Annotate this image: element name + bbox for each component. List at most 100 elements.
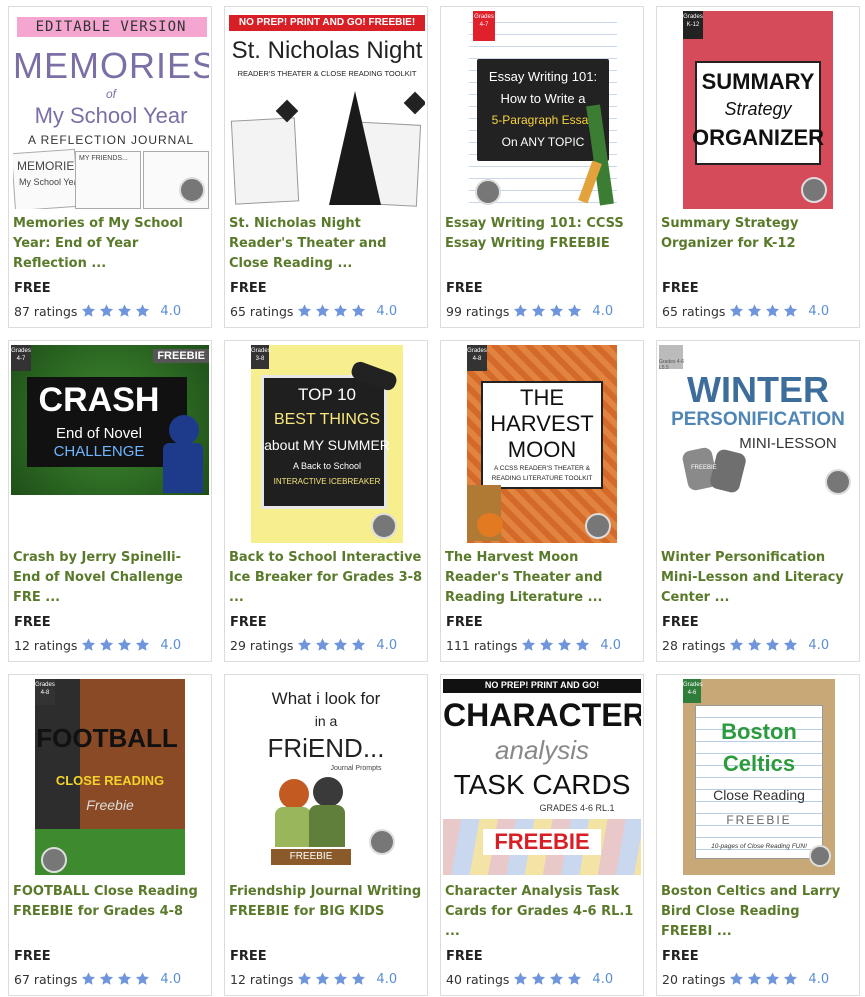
star-icon — [116, 971, 133, 987]
product-card[interactable]: NO PREP! PRINT AND GO! CHARACTER analysi… — [440, 674, 644, 996]
brand-logo — [371, 513, 397, 539]
cover-text: MY FRIENDS... — [79, 155, 128, 162]
price-label: FREE — [662, 281, 699, 296]
product-thumbnail[interactable]: Grades 4-7 FREEBIE CRASH End of Novel CH… — [11, 345, 209, 495]
cover-title: Boston — [721, 719, 797, 744]
product-card[interactable]: Grades 3-8 TOP 10 BEST THINGS about MY S… — [224, 340, 428, 662]
price-label: FREE — [230, 281, 267, 296]
cover-tag: FREEBIE — [153, 349, 209, 363]
star-icon — [80, 303, 97, 319]
cover-text: MEMORIES — [17, 159, 83, 173]
product-thumbnail[interactable]: NO PREP! PRINT AND GO! CHARACTER analysi… — [443, 679, 641, 875]
cover-title: THE — [520, 385, 564, 410]
product-thumbnail[interactable]: Grades 4-8 THE HARVEST MOON A CCSS READE… — [467, 345, 617, 543]
product-card[interactable]: Grades 4-6 L5.5 WINTER PERSONIFICATION M… — [656, 340, 860, 662]
ratings-row: 65 ratings 4.0 — [662, 303, 829, 319]
star-icon — [746, 637, 763, 653]
grade-badge: Grades 4-7 — [473, 11, 495, 41]
star-icon — [314, 637, 331, 653]
ratings-row: 99 ratings 4.0 — [446, 303, 613, 319]
price-label: FREE — [446, 615, 483, 630]
price-label: FREE — [230, 949, 267, 964]
star-icon — [512, 303, 529, 319]
star-rating-icons — [728, 971, 800, 987]
cover-text: A Back to School — [292, 461, 362, 471]
rating-score: 4.0 — [376, 303, 398, 319]
ratings-row: 12 ratings 4.0 — [14, 637, 181, 653]
star-icon — [556, 637, 573, 653]
star-icon — [782, 303, 799, 319]
product-title[interactable]: Memories of My School Year: End of Year … — [13, 214, 207, 274]
grade-badge: Grades 4-8 — [35, 679, 55, 705]
brand-logo — [41, 847, 67, 873]
brand-logo — [801, 177, 827, 203]
product-title[interactable]: Essay Writing 101: CCSS Essay Writing FR… — [445, 214, 639, 254]
star-icon — [98, 303, 115, 319]
product-title[interactable]: Back to School Interactive Ice Breaker f… — [229, 548, 423, 608]
star-icon — [314, 971, 331, 987]
product-title[interactable]: Character Analysis Task Cards for Grades… — [445, 882, 639, 942]
ratings-count: 12 ratings — [230, 971, 294, 987]
star-icon — [314, 303, 331, 319]
star-icon — [746, 303, 763, 319]
cover-title: Essay Writing 101: — [488, 69, 598, 84]
grade-badge: Grades 4-8 — [467, 345, 487, 371]
product-thumbnail[interactable]: EDITABLE VERSION MEMORIES of My School Y… — [13, 11, 209, 209]
star-icon — [332, 303, 349, 319]
cover-title: What i look for — [271, 689, 381, 708]
ratings-count: 65 ratings — [662, 303, 726, 319]
product-card[interactable]: Grades K-12 SUMMARY Strategy ORGANIZER S… — [656, 6, 860, 328]
product-thumbnail[interactable]: Grades 3-8 TOP 10 BEST THINGS about MY S… — [251, 345, 403, 543]
product-card[interactable]: Grades 4-6 Boston Celtics Close Reading … — [656, 674, 860, 996]
product-grid: EDITABLE VERSION MEMORIES of My School Y… — [0, 0, 865, 997]
product-thumbnail[interactable]: Grades 4-8 FOOTBALL CLOSE READING Freebi… — [35, 679, 185, 875]
product-card[interactable]: NO PREP! PRINT AND GO! FREEBIE! St. Nich… — [224, 6, 428, 328]
product-title[interactable]: Friendship Journal Writing FREEBIE for B… — [229, 882, 423, 922]
product-title[interactable]: Crash by Jerry Spinelli- End of Novel Ch… — [13, 548, 207, 608]
star-icon — [728, 303, 745, 319]
cover-text: Journal Prompts — [330, 765, 382, 772]
product-card[interactable]: Grades 4-7 FREEBIE CRASH End of Novel CH… — [8, 340, 212, 662]
product-card[interactable]: Grades 4-8 FOOTBALL CLOSE READING Freebi… — [8, 674, 212, 996]
product-card[interactable]: What i look for in a FRiEND... Journal P… — [224, 674, 428, 996]
product-thumbnail[interactable]: NO PREP! PRINT AND GO! FREEBIE! St. Nich… — [229, 11, 425, 209]
star-icon — [134, 303, 151, 319]
star-icon — [512, 971, 529, 987]
star-rating-icons — [512, 303, 584, 319]
cover-text: of — [105, 87, 116, 101]
product-title[interactable]: Summary Strategy Organizer for K-12 — [661, 214, 855, 254]
product-thumbnail[interactable]: Grades 4-7 Essay Writing 101: How to Wri… — [469, 11, 617, 209]
star-icon — [566, 971, 583, 987]
ratings-row: 29 ratings 4.0 — [230, 637, 397, 653]
product-thumbnail[interactable]: What i look for in a FRiEND... Journal P… — [251, 679, 401, 875]
cover-title: CHARACTER — [443, 697, 641, 733]
star-icon — [80, 971, 97, 987]
cover-text: How to Write a — [500, 91, 586, 106]
product-title[interactable]: Winter Personification Mini-Lesson and L… — [661, 548, 855, 608]
product-thumbnail[interactable]: Grades K-12 SUMMARY Strategy ORGANIZER — [683, 11, 833, 209]
product-card[interactable]: Grades 4-8 THE HARVEST MOON A CCSS READE… — [440, 340, 644, 662]
product-title[interactable]: St. Nicholas Night Reader's Theater and … — [229, 214, 423, 274]
star-icon — [782, 637, 799, 653]
product-card[interactable]: EDITABLE VERSION MEMORIES of My School Y… — [8, 6, 212, 328]
cover-title: WINTER — [687, 369, 829, 410]
ratings-count: 12 ratings — [14, 637, 78, 653]
star-rating-icons — [512, 971, 584, 987]
product-card[interactable]: Grades 4-7 Essay Writing 101: How to Wri… — [440, 6, 644, 328]
product-thumbnail[interactable]: Grades 4-6 Boston Celtics Close Reading … — [683, 679, 835, 875]
rating-score: 4.0 — [376, 637, 398, 653]
star-icon — [764, 637, 781, 653]
price-label: FREE — [446, 949, 483, 964]
ratings-count: 40 ratings — [446, 971, 510, 987]
product-title[interactable]: FOOTBALL Close Reading FREEBIE for Grade… — [13, 882, 207, 922]
product-title[interactable]: Boston Celtics and Larry Bird Close Read… — [661, 882, 855, 942]
cover-text: analysis — [495, 735, 589, 765]
cover-text: INTERACTIVE ICEBREAKER — [273, 477, 381, 486]
product-thumbnail[interactable]: Grades 4-6 L5.5 WINTER PERSONIFICATION M… — [659, 345, 857, 497]
cover-text: PERSONIFICATION — [671, 409, 845, 430]
cover-title: FOOTBALL — [36, 723, 178, 753]
cover-banner: NO PREP! PRINT AND GO! — [484, 680, 600, 690]
product-title[interactable]: The Harvest Moon Reader's Theater and Re… — [445, 548, 639, 608]
star-icon — [296, 971, 313, 987]
ratings-count: 65 ratings — [230, 303, 294, 319]
